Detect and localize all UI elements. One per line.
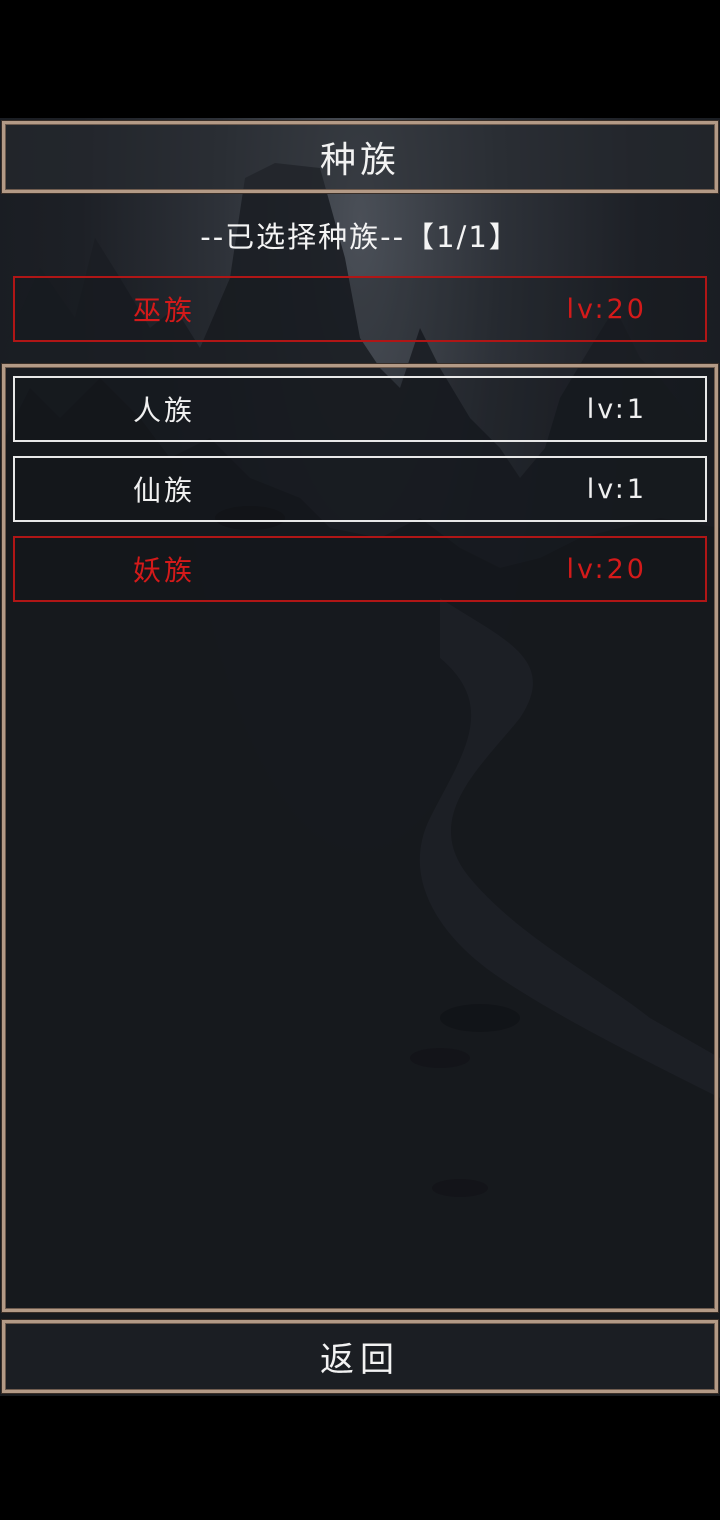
race-row-human[interactable]: 人族 lv:1: [13, 376, 707, 442]
race-level: lv:1: [586, 473, 647, 505]
back-button-label: 返回: [320, 1340, 400, 1380]
race-name: 仙族: [133, 474, 196, 507]
race-level: lv:20: [566, 293, 647, 325]
race-name: 妖族: [133, 554, 196, 587]
title-bar: 种族: [2, 121, 718, 193]
race-row-immortal[interactable]: 仙族 lv:1: [13, 456, 707, 522]
selected-race-row[interactable]: 巫族 lv:20: [13, 276, 707, 342]
race-level: lv:1: [586, 393, 647, 425]
race-selection-screen: 种族 --已选择种族--【1/1】 巫族 lv:20 人族 lv:1 仙族 lv…: [0, 0, 720, 1520]
race-level: lv:20: [566, 553, 647, 585]
back-button[interactable]: 返回: [2, 1320, 718, 1393]
race-row-demon[interactable]: 妖族 lv:20: [13, 536, 707, 602]
race-name: 人族: [133, 394, 196, 427]
race-name: 巫族: [133, 294, 196, 327]
page-title: 种族: [319, 140, 400, 181]
selected-race-caption: --已选择种族--【1/1】: [200, 220, 520, 254]
